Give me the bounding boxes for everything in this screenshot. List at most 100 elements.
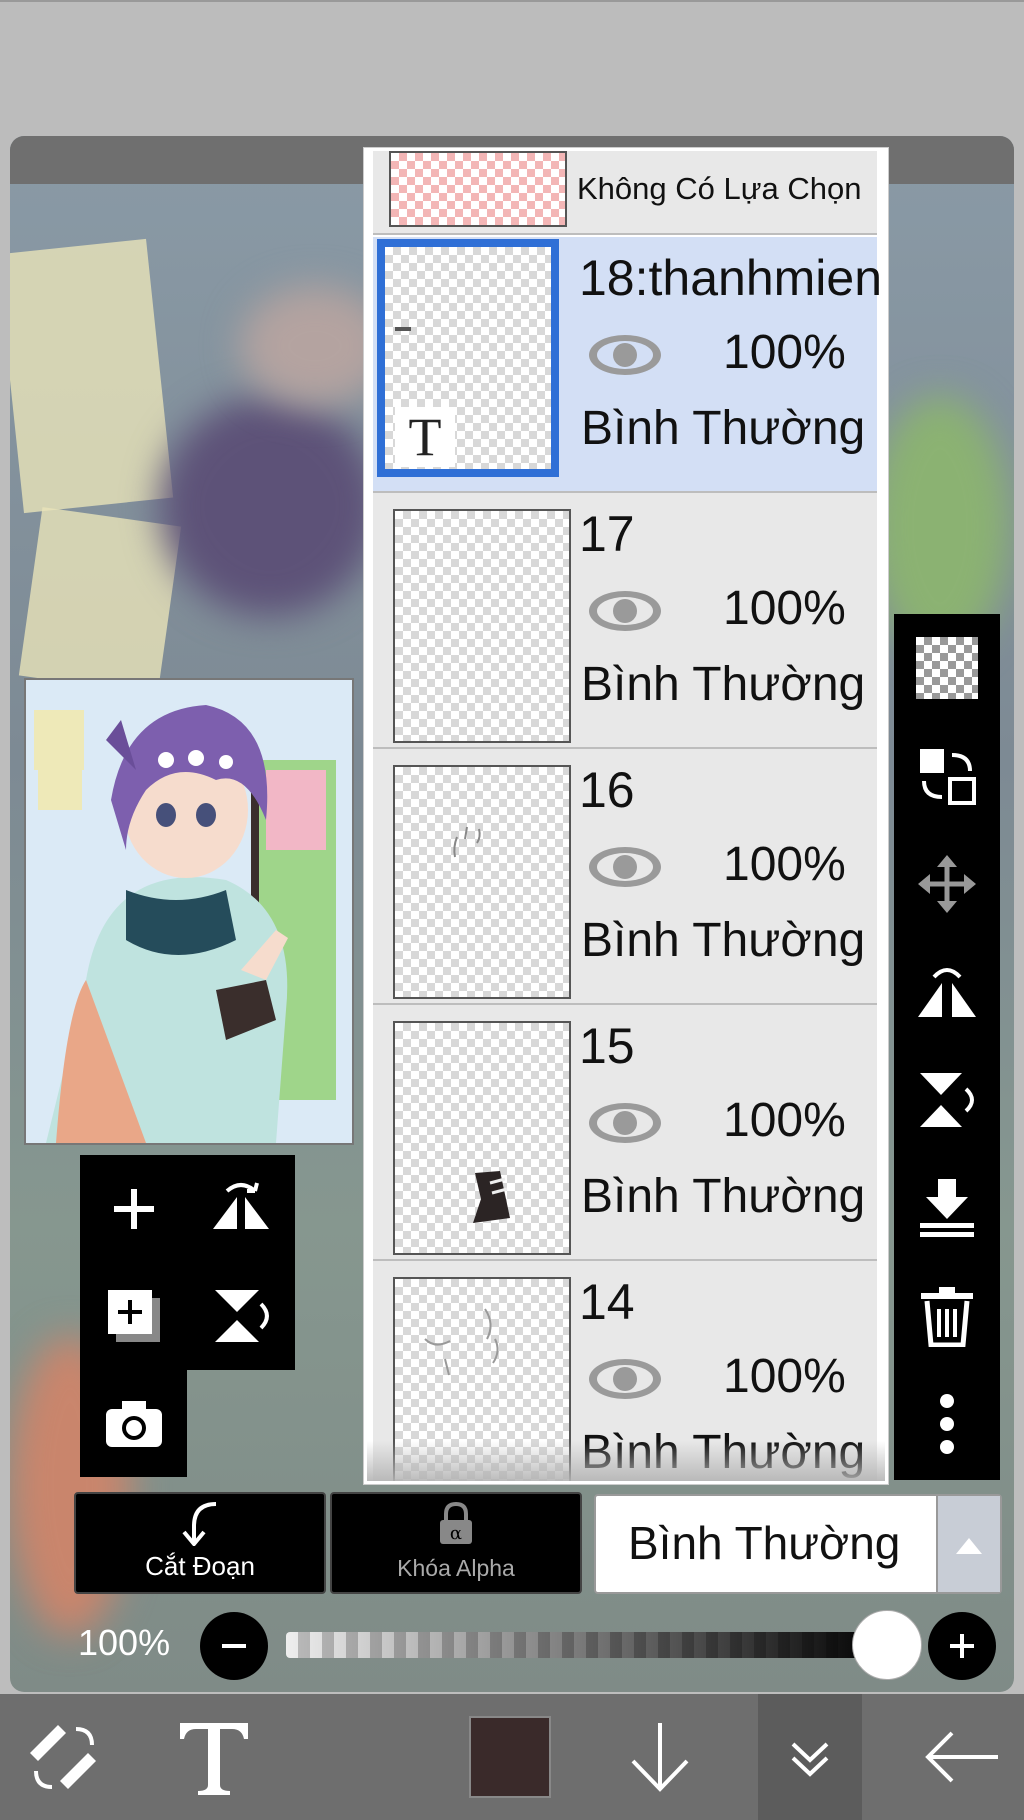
layer-name: 17 bbox=[579, 506, 635, 562]
camera-button[interactable] bbox=[80, 1370, 187, 1477]
layer-name: 14 bbox=[579, 1274, 635, 1330]
flip-vertical-button[interactable] bbox=[894, 1046, 1000, 1154]
camera-icon bbox=[105, 1400, 162, 1447]
top-status-area bbox=[0, 0, 1024, 140]
layer-row[interactable]: 16 100% Bình Thường bbox=[373, 749, 877, 1005]
blend-mode-value: Bình Thường bbox=[628, 1517, 901, 1569]
swap-layer-icon bbox=[920, 749, 976, 805]
clipping-label: Cắt Đoạn bbox=[145, 1551, 255, 1581]
text-tool-button[interactable] bbox=[164, 1694, 264, 1820]
list-scroll-fade bbox=[367, 1441, 885, 1481]
text-tool-icon bbox=[180, 1723, 248, 1795]
layer-name: 16 bbox=[579, 762, 635, 818]
svg-text:α: α bbox=[450, 1523, 462, 1544]
opacity-increase-button[interactable] bbox=[928, 1612, 996, 1680]
plus-icon bbox=[950, 1634, 974, 1658]
opacity-value: 100% bbox=[78, 1622, 171, 1663]
text-layer-badge: T bbox=[395, 407, 455, 467]
download-button[interactable] bbox=[620, 1694, 700, 1820]
collapse-button[interactable] bbox=[758, 1694, 862, 1820]
selection-thumbnail bbox=[389, 151, 567, 227]
layer-opacity: 100% bbox=[723, 326, 846, 379]
flip-layer-horizontal-icon bbox=[213, 1182, 269, 1229]
delete-layer-button[interactable] bbox=[894, 1262, 1000, 1370]
color-swatch-button[interactable] bbox=[464, 1694, 556, 1820]
layers-list[interactable]: Không Có Lựa Chọn T 18:thanhmien 100% Bì… bbox=[364, 148, 888, 1484]
blend-mode-select[interactable]: Bình Thường bbox=[594, 1494, 1002, 1594]
brush-eraser-swap-button[interactable] bbox=[14, 1694, 114, 1820]
layer-sketch bbox=[473, 1171, 510, 1223]
layer-tools-panel bbox=[80, 1155, 295, 1477]
layer-row[interactable]: 17 100% Bình Thường bbox=[373, 493, 877, 749]
layer-thumbnail: T bbox=[377, 239, 559, 477]
add-layer-button[interactable] bbox=[80, 1155, 187, 1262]
layer-row[interactable]: T 18:thanhmien 100% Bình Thường bbox=[373, 237, 882, 493]
layer-name: 15 bbox=[579, 1018, 635, 1074]
chevron-up-icon bbox=[956, 1538, 982, 1554]
visibility-eye-icon[interactable] bbox=[587, 589, 663, 633]
visibility-eye-icon[interactable] bbox=[587, 845, 663, 889]
collapse-icon bbox=[791, 1742, 829, 1777]
delete-icon bbox=[921, 1287, 973, 1347]
opacity-slider-knob[interactable] bbox=[852, 1610, 922, 1680]
clipping-button[interactable]: Cắt Đoạn bbox=[74, 1492, 326, 1594]
layer-thumbnail bbox=[393, 765, 571, 999]
duplicate-layer-icon bbox=[107, 1290, 160, 1342]
opacity-slider-row: 100% bbox=[0, 1604, 1024, 1684]
opacity-slider-track[interactable] bbox=[286, 1632, 886, 1658]
add-layer-icon bbox=[113, 1188, 154, 1229]
layer-opacity: 100% bbox=[723, 1350, 846, 1403]
move-icon bbox=[918, 855, 976, 913]
opacity-decrease-button[interactable] bbox=[200, 1612, 268, 1680]
layer-opacity: 100% bbox=[723, 1094, 846, 1147]
note-paper-art bbox=[18, 507, 182, 695]
blend-mode-dropdown-button[interactable] bbox=[936, 1496, 1000, 1592]
layer-blend-mode: Bình Thường bbox=[581, 1170, 866, 1223]
layer-blend-mode: Bình Thường bbox=[581, 914, 866, 967]
visibility-eye-icon[interactable] bbox=[587, 333, 663, 377]
merge-down-button[interactable] bbox=[894, 1154, 1000, 1262]
back-arrow-icon bbox=[925, 1731, 998, 1783]
move-button[interactable] bbox=[894, 830, 1000, 938]
canvas-preview[interactable] bbox=[24, 678, 354, 1145]
visibility-eye-icon[interactable] bbox=[587, 1101, 663, 1145]
more-options-button[interactable] bbox=[894, 1370, 1000, 1478]
layer-opacity: 100% bbox=[723, 582, 846, 635]
layer-row[interactable]: 15 100% Bình Thường bbox=[373, 1005, 877, 1261]
duplicate-layer-button[interactable] bbox=[80, 1262, 187, 1370]
clip-arrow-icon bbox=[182, 1502, 217, 1546]
layer-opacity: 100% bbox=[723, 838, 846, 891]
brush-eraser-swap-icon bbox=[30, 1725, 96, 1789]
layer-sketch bbox=[453, 826, 481, 858]
minus-icon bbox=[222, 1644, 246, 1648]
text-mark bbox=[395, 327, 411, 331]
transparency-icon bbox=[916, 637, 978, 699]
visibility-eye-icon[interactable] bbox=[587, 1357, 663, 1401]
swap-layer-button[interactable] bbox=[894, 722, 1000, 830]
selection-layer-row[interactable]: Không Có Lựa Chọn bbox=[373, 151, 877, 235]
flip-horizontal-icon bbox=[918, 968, 976, 1017]
merge-down-icon bbox=[920, 1179, 974, 1237]
flip-layer-vertical-button[interactable] bbox=[187, 1262, 295, 1370]
layer-name: 18:thanhmien bbox=[579, 250, 883, 306]
note-paper-art bbox=[10, 238, 174, 514]
more-icon bbox=[940, 1394, 954, 1454]
layer-blend-mode: Bình Thường bbox=[581, 402, 866, 455]
flip-horizontal-button[interactable] bbox=[894, 938, 1000, 1046]
flip-vertical-icon bbox=[920, 1073, 974, 1127]
selection-layer-label: Không Có Lựa Chọn bbox=[577, 171, 862, 206]
flip-layer-vertical-icon bbox=[215, 1290, 269, 1342]
layer-thumbnail bbox=[393, 509, 571, 743]
flip-layer-horizontal-button[interactable] bbox=[187, 1155, 295, 1262]
layer-actions-toolbar bbox=[894, 614, 1000, 1480]
hair-art bbox=[160, 396, 380, 616]
alpha-lock-label: Khóa Alpha bbox=[397, 1555, 515, 1581]
color-swatch bbox=[469, 1716, 551, 1798]
layer-blend-mode: Bình Thường bbox=[581, 658, 866, 711]
layer-thumbnail bbox=[393, 1021, 571, 1255]
download-icon bbox=[631, 1723, 689, 1792]
alpha-lock-button[interactable]: α Khóa Alpha bbox=[330, 1492, 582, 1594]
lock-icon: α bbox=[440, 1502, 472, 1544]
back-button[interactable] bbox=[914, 1694, 1010, 1820]
transparency-button[interactable] bbox=[894, 614, 1000, 722]
